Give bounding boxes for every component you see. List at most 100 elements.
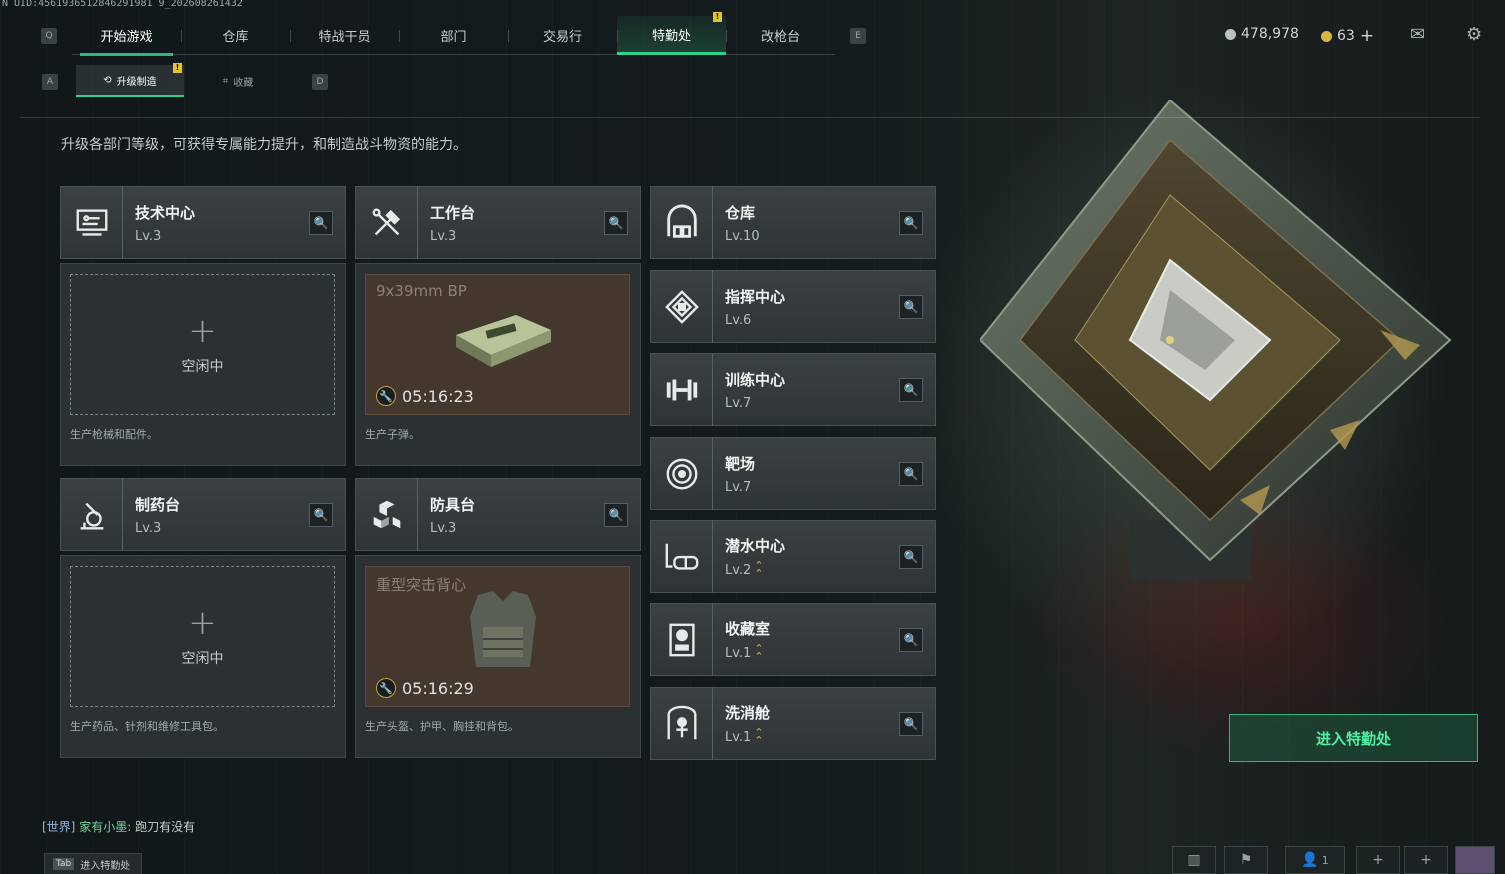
facility-level: Lv.10 bbox=[725, 228, 760, 244]
subtab-upgrade-craft[interactable]: ⟲ 升级制造 bbox=[76, 65, 184, 97]
search-icon[interactable]: 🔍 bbox=[309, 503, 333, 527]
idle-status: 空闲中 bbox=[181, 358, 224, 375]
facility-name: 防具台 bbox=[430, 495, 476, 514]
timer-value: 05:16:29 bbox=[402, 678, 474, 698]
dumbbell-icon bbox=[651, 353, 713, 426]
tab-start-game[interactable]: 开始游戏 bbox=[72, 16, 181, 56]
facility-name: 指挥中心 bbox=[725, 287, 786, 306]
search-icon[interactable]: 🔍 bbox=[899, 378, 923, 402]
facility-card-armor[interactable]: 防具台 Lv.3 🔍 bbox=[355, 478, 641, 551]
facility-card-pharmacy[interactable]: 制药台 Lv.3 🔍 bbox=[60, 478, 346, 551]
facility-level: Lv.1 ⌃ ⌃ bbox=[725, 642, 764, 663]
stats-chart-icon[interactable]: ▥ bbox=[1172, 846, 1216, 874]
tab-trading[interactable]: 交易行 bbox=[508, 16, 617, 55]
mail-icon[interactable]: ✉ bbox=[1410, 24, 1425, 45]
facility-name: 潜水中心 bbox=[725, 537, 786, 555]
production-slot-armor[interactable]: 重型突击背心 🔧 05:16:29 生产头盔、护甲、胸挂和背包。 bbox=[355, 555, 641, 758]
facility-name: 制药台 bbox=[135, 495, 181, 514]
tab-gunsmith[interactable]: 改枪台 bbox=[726, 16, 835, 55]
facility-name: 洗消舱 bbox=[725, 704, 771, 722]
tab-notification-badge: ! bbox=[713, 12, 722, 22]
warehouse-icon bbox=[651, 186, 713, 259]
production-description: 生产子弹。 bbox=[365, 428, 420, 441]
facility-name: 收藏室 bbox=[725, 620, 771, 638]
add-currency-button[interactable]: + bbox=[1360, 26, 1374, 46]
flag-icon[interactable]: ⚑ bbox=[1224, 846, 1268, 874]
facility-card-warehouse[interactable]: 仓库 Lv.10 🔍 bbox=[650, 186, 936, 259]
chat-channel: [世界] bbox=[42, 820, 76, 834]
search-icon[interactable]: 🔍 bbox=[899, 712, 923, 736]
facility-level: Lv.7 bbox=[725, 395, 752, 411]
search-icon[interactable]: 🔍 bbox=[899, 211, 923, 235]
idle-slot[interactable]: + 空闲中 bbox=[70, 274, 335, 415]
silver-coin-icon bbox=[1225, 28, 1236, 40]
add-slot-button-2[interactable]: + bbox=[1404, 846, 1448, 874]
production-slot-tech-center[interactable]: + 空闲中 生产枪械和配件。 bbox=[60, 263, 346, 466]
subtab-notification-badge: ! bbox=[173, 63, 182, 73]
production-slot-pharmacy[interactable]: + 空闲中 生产药品、针剂和维修工具包。 bbox=[60, 555, 346, 758]
search-icon[interactable]: 🔍 bbox=[309, 211, 333, 235]
search-icon[interactable]: 🔍 bbox=[604, 211, 628, 235]
tab-hint-label: 进入特勤处 bbox=[80, 860, 131, 872]
gold-coin-icon bbox=[1321, 30, 1332, 42]
decon-icon bbox=[651, 687, 713, 760]
facility-card-command-center[interactable]: 指挥中心 Lv.6 🔍 bbox=[650, 270, 936, 343]
facility-card-training-center[interactable]: 训练中心 Lv.7 🔍 bbox=[650, 353, 936, 426]
tab-hint[interactable]: Tab 进入特勤处 bbox=[44, 853, 142, 874]
chat-line: [世界] 家有小墨: 跑刀有没有 bbox=[42, 818, 195, 835]
enter-special-ops-button[interactable]: 进入特勤处 bbox=[1229, 714, 1478, 762]
add-slot-button-1[interactable]: + bbox=[1356, 846, 1400, 874]
facility-level: Lv.3 bbox=[135, 520, 162, 536]
search-icon[interactable]: 🔍 bbox=[604, 503, 628, 527]
facility-cube-illustration bbox=[980, 100, 1452, 580]
settings-gear-icon[interactable]: ⚙ bbox=[1466, 24, 1482, 45]
monitor-icon bbox=[61, 186, 123, 259]
search-icon[interactable]: 🔍 bbox=[899, 462, 923, 486]
tab-operators[interactable]: 特战干员 bbox=[290, 16, 399, 55]
timer-value: 05:16:23 bbox=[402, 386, 474, 406]
subnav-next-key[interactable]: D bbox=[312, 74, 328, 90]
tools-icon bbox=[356, 186, 418, 259]
search-icon[interactable]: 🔍 bbox=[899, 545, 923, 569]
production-item-name: 9x39mm BP bbox=[376, 282, 467, 300]
tab-special-ops[interactable]: 特勤处 bbox=[617, 16, 726, 55]
nav-next-key[interactable]: E bbox=[850, 28, 866, 44]
friends-count: 1 bbox=[1321, 853, 1329, 867]
microscope-icon bbox=[61, 478, 123, 551]
production-item[interactable]: 重型突击背心 🔧 05:16:29 bbox=[365, 566, 630, 707]
production-item-name: 重型突击背心 bbox=[376, 576, 467, 594]
subnav-prev-key[interactable]: A bbox=[42, 74, 58, 90]
upgrade-available-icon: ⌃ ⌃ bbox=[754, 726, 764, 747]
facility-level: Lv.7 bbox=[725, 479, 752, 495]
vest-image bbox=[470, 591, 536, 667]
production-slot-workbench[interactable]: 9x39mm BP 🔧 05:16:23 生产子弹。 bbox=[355, 263, 641, 466]
search-icon[interactable]: 🔍 bbox=[899, 628, 923, 652]
facility-card-shooting-range[interactable]: 靶场 Lv.7 🔍 bbox=[650, 437, 936, 510]
idle-slot[interactable]: + 空闲中 bbox=[70, 566, 335, 707]
nav-prev-key[interactable]: Q bbox=[41, 28, 57, 44]
sub-nav: ⟲ 升级制造 ⌗ 收藏 bbox=[76, 65, 292, 97]
tab-warehouse[interactable]: 仓库 bbox=[181, 16, 290, 55]
production-timer: 🔧 05:16:23 bbox=[376, 386, 474, 406]
friends-button[interactable]: 👤 1 bbox=[1285, 846, 1345, 874]
facility-card-workbench[interactable]: 工作台 Lv.3 🔍 bbox=[355, 186, 641, 259]
facility-card-diving-center[interactable]: 潜水中心 Lv.2 ⌃ ⌃ 🔍 bbox=[650, 520, 936, 593]
avatar[interactable] bbox=[1455, 846, 1495, 874]
gold-currency: 63 + bbox=[1321, 26, 1374, 46]
target-icon bbox=[651, 437, 713, 510]
search-icon[interactable]: 🔍 bbox=[899, 295, 923, 319]
facility-card-tech-center[interactable]: 技术中心 Lv.3 🔍 bbox=[60, 186, 346, 259]
subtab-collection[interactable]: ⌗ 收藏 bbox=[184, 65, 292, 97]
intro-text: 升级各部门等级，可获得专属能力提升，和制造战斗物资的能力。 bbox=[61, 137, 467, 153]
gold-amount: 63 bbox=[1337, 28, 1355, 44]
facility-card-decontamination[interactable]: 洗消舱 Lv.1 ⌃ ⌃ 🔍 bbox=[650, 687, 936, 760]
tab-departments[interactable]: 部门 bbox=[399, 16, 508, 55]
boxes-icon bbox=[356, 478, 418, 551]
production-description: 生产药品、针剂和维修工具包。 bbox=[70, 720, 224, 733]
facility-name: 训练中心 bbox=[725, 370, 786, 389]
facility-card-collection-room[interactable]: 收藏室 Lv.1 ⌃ ⌃ 🔍 bbox=[650, 603, 936, 676]
chat-message: 跑刀有没有 bbox=[135, 820, 196, 834]
production-item[interactable]: 9x39mm BP 🔧 05:16:23 bbox=[365, 274, 630, 415]
ammo-box-image bbox=[456, 315, 551, 367]
uid-text: N UID:4561936512846291981 9_202608261432 bbox=[2, 0, 243, 9]
